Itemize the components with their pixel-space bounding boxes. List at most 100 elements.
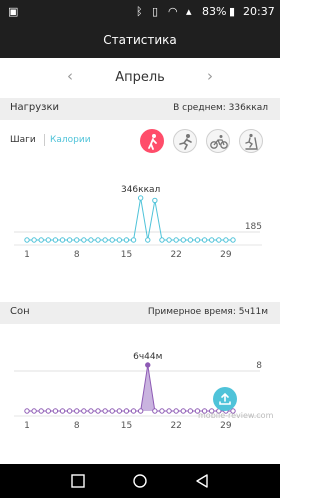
data-point (180, 237, 186, 243)
series-line (27, 364, 233, 412)
clock: 20:37 (243, 5, 275, 18)
data-point (66, 237, 73, 243)
data-point (159, 408, 165, 414)
status-bar: ▣ ᛒ ▯ ◠ ▴ 83% ▮ 20:37 (0, 0, 280, 24)
back-icon[interactable] (194, 473, 210, 489)
tab-steps[interactable]: Шаги (10, 135, 36, 145)
activity-title: Нагрузки (10, 102, 60, 113)
recent-apps-icon[interactable] (70, 473, 86, 489)
walk-mode-button[interactable] (140, 129, 164, 153)
data-point (152, 408, 158, 414)
data-point (109, 408, 115, 414)
data-point (95, 408, 101, 414)
data-point (194, 237, 201, 243)
sleep-title: Сон (10, 306, 30, 317)
data-point (24, 408, 30, 414)
battery-percent: 83% (202, 5, 227, 18)
data-point (166, 408, 172, 414)
peak-label: 6ч44м (133, 352, 162, 362)
calories-chart: 185 346ккал 1 8 15 22 29 (14, 185, 262, 260)
next-month-icon[interactable]: › (200, 67, 220, 85)
system-nav-bar (0, 464, 280, 498)
x-tick-label: 29 (220, 250, 232, 260)
share-button[interactable] (212, 386, 238, 412)
x-tick-label: 1 (24, 421, 30, 431)
tab-calories[interactable]: Калории (50, 135, 91, 145)
data-point (59, 408, 66, 414)
data-point (81, 408, 87, 414)
data-point (145, 237, 151, 243)
data-point (102, 408, 108, 414)
data-point (152, 197, 158, 204)
data-point (166, 237, 172, 243)
x-tick-label: 22 (170, 421, 181, 431)
x-tick-label: 1 (24, 250, 30, 260)
data-point (187, 408, 194, 414)
peak-label: 346ккал (121, 185, 160, 195)
data-point (223, 237, 229, 243)
data-point (208, 237, 215, 243)
data-point (130, 237, 137, 243)
data-point (201, 237, 208, 243)
data-point (24, 237, 30, 243)
data-point (74, 237, 80, 243)
data-point (187, 237, 194, 243)
reference-value-label: 8 (256, 361, 262, 371)
battery-icon: ▮ (229, 5, 236, 18)
month-navigator: ‹ Апрель › (0, 58, 280, 98)
data-point (45, 408, 52, 414)
run-icon (179, 134, 192, 150)
data-point (95, 237, 101, 243)
data-point (230, 237, 236, 243)
reference-value-label: 185 (245, 222, 262, 232)
data-point (145, 362, 151, 368)
tab-divider (44, 134, 45, 146)
bike-mode-button[interactable] (206, 129, 230, 153)
x-tick-label: 8 (74, 250, 80, 260)
x-tick-label: 22 (170, 250, 181, 260)
data-point (88, 237, 94, 243)
data-point (137, 195, 144, 201)
wifi-icon: ◠ (168, 5, 178, 18)
activity-average: В среднем: 336ккал (173, 103, 268, 113)
x-tick-label: 29 (220, 421, 232, 431)
data-point (137, 408, 144, 414)
data-point (102, 237, 108, 243)
screen-capture-icon: ▣ (8, 5, 19, 18)
data-point (173, 408, 179, 414)
data-point (31, 237, 37, 243)
data-point (123, 408, 130, 414)
data-point (38, 237, 44, 243)
x-tick-label: 15 (121, 250, 132, 260)
data-point (59, 237, 66, 243)
signal-icon: ▴ (186, 5, 192, 18)
data-point (116, 408, 123, 414)
data-point (81, 237, 87, 243)
watermark: mobile-review.com (198, 411, 274, 420)
sleep-estimated-time: Примерное время: 5ч11м (147, 307, 268, 317)
data-point (130, 408, 137, 414)
data-point (45, 237, 52, 243)
activity-section-header: Нагрузки В среднем: 336ккал (0, 98, 280, 120)
data-point (74, 408, 80, 414)
home-icon[interactable] (132, 473, 148, 489)
x-tick-label: 8 (74, 421, 80, 431)
treadmill-mode-button[interactable] (239, 129, 263, 153)
data-point (173, 237, 179, 243)
bluetooth-icon: ᛒ (136, 5, 143, 18)
x-tick-label: 15 (121, 421, 132, 431)
data-point (180, 408, 186, 414)
app-header: Статистика (0, 24, 280, 58)
data-point (88, 408, 94, 414)
data-point (123, 237, 130, 243)
vibrate-icon: ▯ (152, 5, 159, 18)
data-point (66, 408, 73, 414)
sleep-chart: 8 6ч44м 1 8 15 22 29 (14, 352, 262, 431)
data-point (52, 237, 59, 243)
run-mode-button[interactable] (173, 129, 197, 153)
data-point (109, 237, 115, 243)
data-point (159, 237, 165, 243)
series-area (27, 365, 233, 411)
treadmill-icon (245, 133, 258, 150)
walk-icon (148, 134, 157, 150)
